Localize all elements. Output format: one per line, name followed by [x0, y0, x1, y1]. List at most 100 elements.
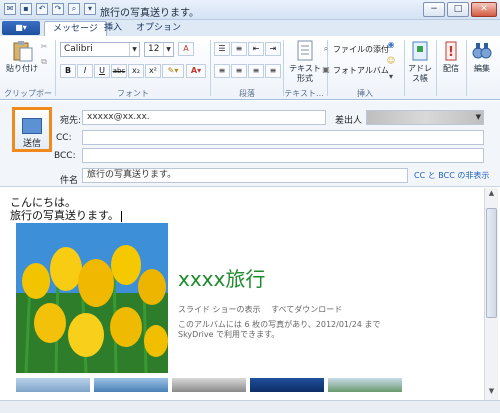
- cc-label: CC:: [56, 133, 72, 143]
- chevron-down-icon: ▼: [163, 43, 173, 56]
- title-bar: ✉ ▪ ↶ ↷ ⌕ ▾ 旅行の写真送ります。 − □ ✕: [0, 0, 500, 20]
- outdent-icon[interactable]: ⇤: [248, 42, 264, 56]
- exclamation-icon: !: [439, 40, 463, 62]
- send-button[interactable]: 送信: [12, 107, 52, 152]
- text-group-label: テキスト...: [284, 89, 324, 98]
- align-left-icon[interactable]: ≡: [214, 64, 230, 78]
- maximize-button[interactable]: □: [447, 2, 469, 17]
- album-cover-photo[interactable]: [16, 223, 168, 373]
- body-line-message: 旅行の写真送ります。: [10, 207, 122, 223]
- quick-access-toolbar: ✉ ▪ ↶ ↷ ⌕ ▾: [4, 3, 96, 15]
- font-family-value: Calibri: [64, 44, 93, 54]
- more-insert-icon[interactable]: ▾: [384, 72, 398, 81]
- separator: [210, 40, 211, 96]
- indent-icon[interactable]: ⇥: [265, 42, 281, 56]
- photo-album-button[interactable]: フォトアルバム: [333, 65, 389, 76]
- subscript-button[interactable]: x₂: [128, 64, 144, 78]
- app-icon[interactable]: ✉: [4, 3, 16, 15]
- attach-icon[interactable]: ⌕: [68, 3, 80, 15]
- album-thumbnails: [16, 378, 406, 392]
- album-title[interactable]: xxxx旅行: [178, 263, 265, 292]
- ribbon-tabs: ■▾ メッセージ 挿入 オプション: [0, 20, 500, 36]
- from-label: 差出人: [335, 116, 363, 126]
- status-bar: [0, 400, 500, 413]
- bcc-label: BCC:: [54, 151, 76, 161]
- font-size-select[interactable]: 12 ▼: [144, 42, 174, 57]
- album-links[interactable]: スライド ショーの表示 すべてダウンロード: [178, 304, 342, 315]
- justify-icon[interactable]: ≡: [265, 64, 281, 78]
- align-center-icon[interactable]: ≡: [231, 64, 247, 78]
- from-select[interactable]: ▼: [366, 110, 484, 125]
- address-book-label: アドレス帳: [408, 64, 432, 83]
- thumbnail[interactable]: [328, 378, 402, 392]
- cc-bcc-toggle-link[interactable]: CC と BCC の非表示: [414, 170, 489, 181]
- redo-icon[interactable]: ↷: [52, 3, 64, 15]
- window-title: 旅行の写真送ります。: [100, 8, 199, 19]
- font-size-value: 12: [148, 44, 160, 54]
- edit-label: 編集: [474, 64, 490, 73]
- save-icon[interactable]: ▪: [20, 3, 32, 15]
- paste-button[interactable]: 貼り付け: [6, 40, 38, 74]
- scroll-down-icon[interactable]: ▼: [486, 387, 497, 399]
- font-color-icon[interactable]: A▾: [186, 64, 206, 78]
- svg-text:!: !: [448, 45, 454, 60]
- plain-text-label: テキスト形式: [289, 64, 321, 83]
- minimize-button[interactable]: −: [423, 2, 445, 17]
- binoculars-icon: [470, 40, 494, 62]
- separator: [55, 40, 56, 96]
- priority-button[interactable]: ! 配信: [438, 40, 464, 74]
- bcc-field[interactable]: [82, 148, 484, 163]
- address-book-button[interactable]: アドレス帳: [406, 40, 434, 84]
- thumbnail[interactable]: [250, 378, 324, 392]
- highlight-icon[interactable]: ✎▾: [162, 64, 184, 78]
- scroll-up-icon[interactable]: ▲: [486, 189, 497, 201]
- text-caret: [120, 210, 122, 222]
- to-field[interactable]: xxxxx@xx.xx.: [82, 110, 326, 125]
- app-menu-button[interactable]: ■▾: [2, 21, 40, 35]
- thumbnail[interactable]: [16, 378, 90, 392]
- subject-field[interactable]: 旅行の写真送ります。: [82, 168, 408, 183]
- separator: [466, 40, 467, 96]
- separator: [436, 40, 437, 96]
- clear-format-icon[interactable]: A: [178, 42, 194, 56]
- ribbon: 貼り付け ✂ ⧉ クリップボード Calibri▼ 12▼ A B I U ab…: [0, 36, 500, 109]
- plain-text-button[interactable]: テキスト形式: [287, 40, 323, 84]
- qat-dropdown-icon[interactable]: ▾: [84, 3, 96, 15]
- emoticon-icon[interactable]: ☺: [384, 56, 398, 65]
- paragraph-group-label: 段落: [239, 89, 255, 98]
- message-header: 送信 宛先: xxxxx@xx.xx. 差出人 ▼ CC: BCC: 件名 旅行…: [0, 101, 500, 187]
- vertical-scrollbar[interactable]: ▲ ▼: [484, 188, 498, 400]
- cc-field[interactable]: [82, 130, 484, 145]
- superscript-button[interactable]: x²: [145, 64, 161, 78]
- close-button[interactable]: ✕: [471, 2, 497, 17]
- scrollbar-thumb[interactable]: [486, 208, 497, 318]
- bold-button[interactable]: B: [60, 64, 76, 78]
- chevron-down-icon: ▼: [129, 43, 139, 56]
- priority-label: 配信: [443, 64, 459, 73]
- thumbnail[interactable]: [172, 378, 246, 392]
- bullet-list-icon[interactable]: ☰: [214, 42, 230, 56]
- attach-file-button[interactable]: ファイルの添付: [333, 44, 389, 55]
- undo-icon[interactable]: ↶: [36, 3, 48, 15]
- strikethrough-button[interactable]: abc: [111, 64, 127, 78]
- signature-icon[interactable]: ◉: [384, 40, 398, 49]
- font-family-select[interactable]: Calibri ▼: [60, 42, 140, 57]
- cut-icon[interactable]: ✂: [38, 40, 50, 52]
- font-group-label: フォント: [117, 89, 149, 98]
- edit-button[interactable]: 編集: [468, 40, 496, 74]
- tab-insert[interactable]: 挿入: [96, 21, 130, 36]
- thumbnail[interactable]: [94, 378, 168, 392]
- underline-button[interactable]: U: [94, 64, 110, 78]
- photo-album-icon: ▣: [322, 65, 330, 74]
- document-icon: [293, 40, 317, 62]
- copy-icon[interactable]: ⧉: [38, 56, 50, 68]
- address-book-icon: [408, 40, 432, 62]
- to-label: 宛先:: [60, 116, 82, 126]
- paperclip-icon: ⌕: [323, 44, 329, 53]
- separator: [404, 40, 405, 96]
- numbered-list-icon[interactable]: ≡: [231, 42, 247, 56]
- align-right-icon[interactable]: ≡: [248, 64, 264, 78]
- album-description: このアルバムには 6 枚の写真があり、2012/01/24 まで SkyDriv…: [178, 320, 381, 339]
- tab-options[interactable]: オプション: [128, 21, 189, 36]
- italic-button[interactable]: I: [77, 64, 93, 78]
